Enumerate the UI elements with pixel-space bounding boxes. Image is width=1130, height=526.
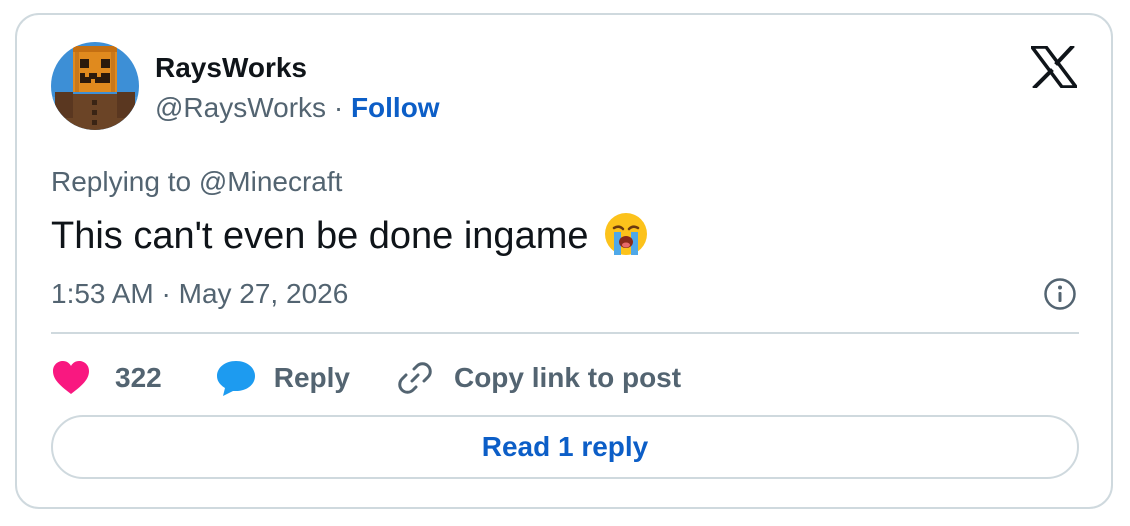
link-icon [398, 362, 432, 394]
like-button[interactable]: 322 [51, 360, 162, 396]
heart-icon [53, 361, 89, 394]
handle-row: @RaysWorks · Follow [155, 91, 440, 125]
author-display-name[interactable]: RaysWorks [155, 51, 440, 85]
like-count: 322 [115, 362, 162, 393]
x-logo-icon[interactable] [1028, 44, 1080, 90]
avatar[interactable] [51, 42, 139, 130]
handle-separator: · [333, 92, 344, 123]
copy-link-button[interactable]: Copy link to post [396, 359, 681, 397]
reply-button[interactable]: Reply [216, 360, 350, 396]
info-icon[interactable] [1043, 277, 1077, 311]
pumpkin-character-avatar-icon [51, 42, 139, 130]
embedded-post-card: RaysWorks @RaysWorks · Follow Replying t… [15, 13, 1113, 509]
loudly-crying-face-icon [603, 211, 649, 257]
action-bar: 322 Reply Copy link to post [51, 355, 681, 401]
divider [51, 332, 1079, 334]
read-replies-label: Read 1 reply [481, 431, 649, 462]
author-handle[interactable]: @RaysWorks [155, 92, 326, 123]
follow-button[interactable]: Follow [351, 92, 440, 123]
post-text: This can't even be done ingame [51, 215, 589, 257]
reply-label: Reply [273, 362, 350, 393]
replying-to-label[interactable]: Replying to @Minecraft [51, 165, 342, 199]
author-block: RaysWorks @RaysWorks · Follow [155, 51, 440, 125]
post-timestamp[interactable]: 1:53 AM · May 27, 2026 [51, 277, 348, 311]
speech-bubble-icon [216, 361, 255, 396]
copy-link-label: Copy link to post [453, 362, 682, 393]
post-text-line: This can't even be done ingame [51, 211, 649, 260]
read-replies-button[interactable]: Read 1 reply [51, 415, 1079, 479]
